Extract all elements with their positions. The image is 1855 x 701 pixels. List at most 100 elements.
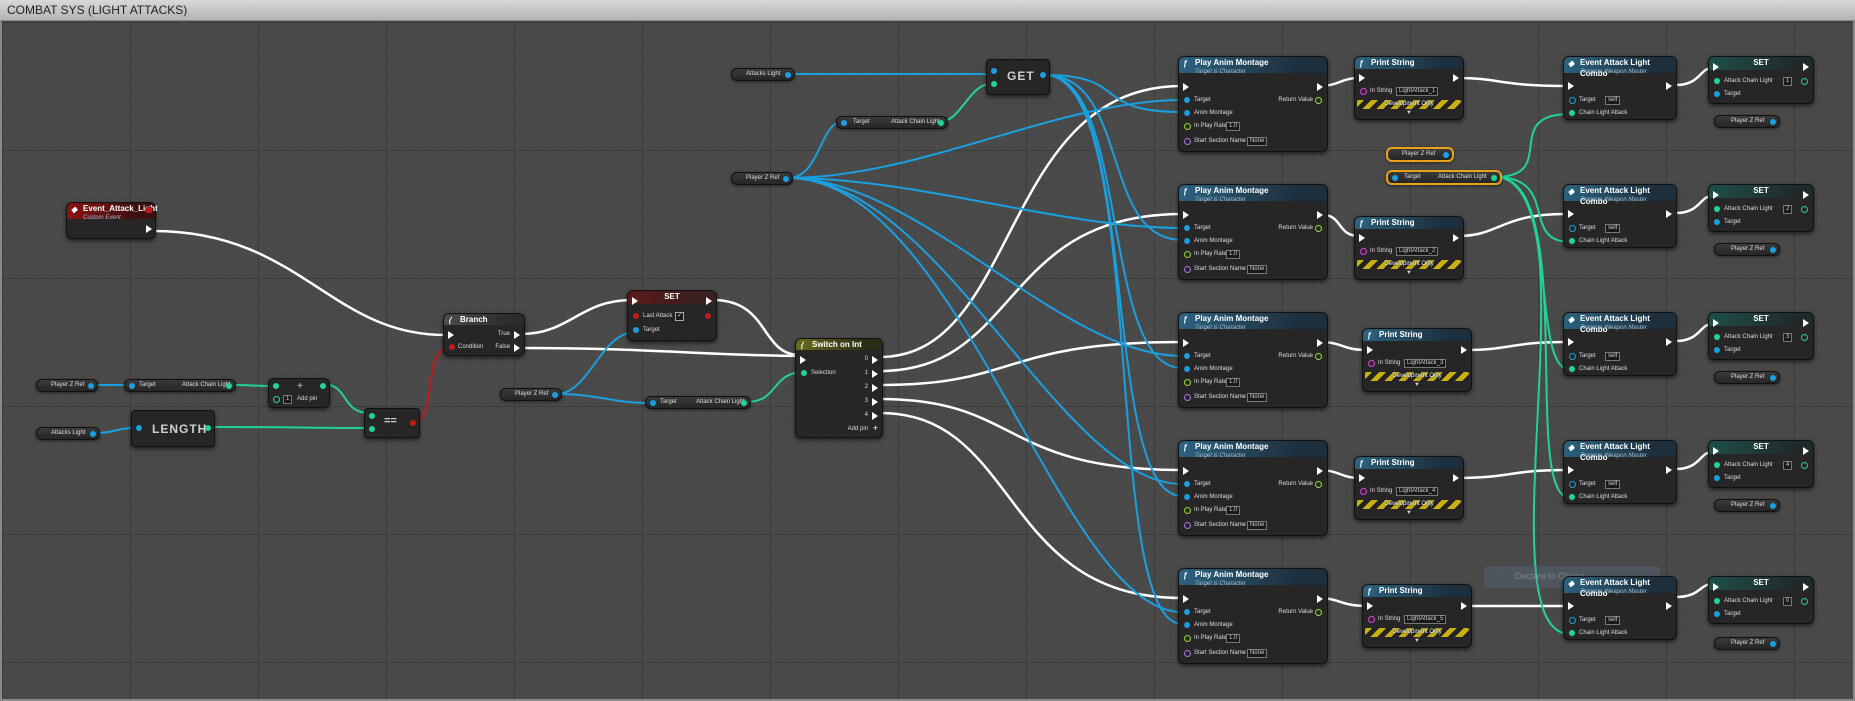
chain-value[interactable]: 3 bbox=[1783, 333, 1793, 342]
exec-out-pin[interactable] bbox=[1453, 234, 1459, 242]
chevron-down-icon[interactable]: ▼ bbox=[1414, 638, 1420, 644]
add-pin-label[interactable]: Add pin bbox=[848, 426, 868, 432]
case-3-pin[interactable] bbox=[872, 398, 878, 406]
target-pin[interactable] bbox=[1714, 219, 1720, 225]
player-z-ref-getter[interactable]: Player Z Ref bbox=[500, 388, 562, 401]
case-0-pin[interactable] bbox=[872, 356, 878, 364]
in-string-value[interactable]: LightAttack_4 bbox=[1396, 487, 1439, 496]
int-out-pin[interactable] bbox=[938, 119, 944, 126]
attacks-light-getter[interactable]: Attacks Light bbox=[731, 68, 795, 81]
chain-pin[interactable] bbox=[1569, 630, 1575, 636]
in-string-pin[interactable] bbox=[1368, 360, 1375, 367]
exec-out-pin[interactable] bbox=[1317, 339, 1323, 347]
int-out-pin[interactable] bbox=[741, 399, 747, 406]
event-attack-light-combo-node[interactable]: ◆ Event Attack Light Combo Target is Wea… bbox=[1563, 440, 1677, 504]
target-pin[interactable] bbox=[1714, 611, 1720, 617]
play-rate-value[interactable]: 1.0 bbox=[1226, 250, 1241, 259]
return-value-pin[interactable] bbox=[1315, 353, 1322, 360]
anim-montage-pin[interactable] bbox=[1184, 110, 1190, 116]
exec-out-pin[interactable] bbox=[706, 297, 712, 305]
a-in-pin[interactable] bbox=[369, 413, 375, 419]
case-4-pin[interactable] bbox=[872, 412, 878, 420]
exec-out-pin[interactable] bbox=[1803, 191, 1809, 199]
chevron-down-icon[interactable]: ▼ bbox=[1406, 110, 1412, 116]
false-exec-pin[interactable] bbox=[514, 344, 520, 352]
target-self-value[interactable]: self bbox=[1605, 616, 1621, 625]
object-out-pin[interactable] bbox=[1770, 246, 1776, 253]
exec-in-pin[interactable] bbox=[1359, 234, 1365, 242]
branch-node[interactable]: ⟨ Branch Condition True False bbox=[443, 313, 525, 356]
target-pin[interactable] bbox=[1184, 609, 1190, 615]
section-pin[interactable] bbox=[1184, 138, 1191, 145]
in-string-value[interactable]: LightAttack_5 bbox=[1404, 615, 1447, 624]
return-value-pin[interactable] bbox=[1315, 481, 1322, 488]
event-attack-light-combo-node[interactable]: ◆ Event Attack Light Combo Target is Wea… bbox=[1563, 184, 1677, 248]
exec-in-pin[interactable] bbox=[1367, 602, 1373, 610]
print-string-node[interactable]: ƒ Print String In String LightAttack_4 D… bbox=[1354, 456, 1464, 520]
chain-value[interactable]: 0 bbox=[1783, 597, 1793, 606]
chevron-down-icon[interactable]: ▼ bbox=[1406, 510, 1412, 516]
exec-in-pin[interactable] bbox=[1183, 83, 1189, 91]
player-z-ref-getter[interactable]: Player Z Ref bbox=[731, 172, 793, 185]
play-anim-montage-node[interactable]: ƒ Play Anim Montage Target is Character … bbox=[1178, 184, 1328, 280]
target-pin[interactable] bbox=[1184, 481, 1190, 487]
target-pin[interactable] bbox=[1569, 225, 1576, 232]
anim-montage-pin[interactable] bbox=[1184, 494, 1190, 500]
add-node[interactable]: 1 + Add pin bbox=[268, 378, 330, 408]
chain-value[interactable]: 4 bbox=[1783, 461, 1793, 470]
chain-pin[interactable] bbox=[1714, 334, 1720, 340]
event-attack-light-combo-node[interactable]: ◆ Event Attack Light Combo Target is Wea… bbox=[1563, 312, 1677, 376]
chain-pin[interactable] bbox=[1714, 598, 1720, 604]
print-string-node[interactable]: ƒ Print String In String LightAttack_1 D… bbox=[1354, 56, 1464, 120]
exec-out-pin[interactable] bbox=[1803, 63, 1809, 71]
add-pin-label[interactable]: Add pin bbox=[297, 396, 317, 402]
chain-pin[interactable] bbox=[1569, 110, 1575, 116]
last-attack-checkbox[interactable]: ✓ bbox=[675, 312, 684, 321]
exec-out-pin[interactable] bbox=[1666, 82, 1672, 90]
target-pin[interactable] bbox=[1569, 97, 1576, 104]
target-in-pin[interactable] bbox=[129, 382, 135, 389]
exec-in-pin[interactable] bbox=[1713, 191, 1719, 199]
play-anim-montage-node[interactable]: ƒ Play Anim Montage Target is Character … bbox=[1178, 312, 1328, 408]
object-out-pin[interactable] bbox=[783, 175, 789, 182]
array-out-pin[interactable] bbox=[785, 71, 791, 78]
last-attack-out-pin[interactable] bbox=[705, 313, 711, 319]
exec-in-pin[interactable] bbox=[632, 297, 638, 305]
exec-out-pin[interactable] bbox=[1317, 211, 1323, 219]
exec-out-pin[interactable] bbox=[1803, 583, 1809, 591]
player-z-ref-getter[interactable]: Player Z Ref bbox=[1714, 499, 1780, 512]
target-pin[interactable] bbox=[1714, 475, 1720, 481]
attack-chain-light-getter[interactable]: Target Attack Chain Light bbox=[836, 116, 948, 129]
target-self-value[interactable]: self bbox=[1605, 96, 1621, 105]
event-attack-light-combo-node[interactable]: ◆ Event Attack Light Combo Target is Wea… bbox=[1563, 576, 1677, 640]
target-pin[interactable] bbox=[1569, 353, 1576, 360]
comment-header[interactable]: COMBAT SYS (LIGHT ATTACKS) bbox=[0, 0, 1855, 21]
player-z-ref-getter-selected[interactable]: Player Z Ref bbox=[1386, 147, 1454, 162]
chain-value[interactable]: 2 bbox=[1783, 205, 1793, 214]
attacks-light-getter[interactable]: Attacks Light bbox=[36, 427, 100, 440]
exec-out-pin[interactable] bbox=[1803, 447, 1809, 455]
exec-in-pin[interactable] bbox=[1359, 474, 1365, 482]
player-z-ref-getter[interactable]: Player Z Ref bbox=[1714, 371, 1780, 384]
int-out-pin[interactable] bbox=[226, 382, 232, 389]
target-self-value[interactable]: self bbox=[1605, 224, 1621, 233]
target-in-pin[interactable] bbox=[650, 399, 656, 406]
exec-in-pin[interactable] bbox=[1568, 338, 1574, 346]
sum-out-pin[interactable] bbox=[320, 383, 326, 389]
play-rate-value[interactable]: 1.0 bbox=[1226, 506, 1241, 515]
item-out-pin[interactable] bbox=[1040, 72, 1046, 78]
b-in-pin[interactable] bbox=[369, 426, 375, 432]
target-pin[interactable] bbox=[633, 327, 639, 333]
exec-out-pin[interactable] bbox=[1317, 83, 1323, 91]
print-string-node[interactable]: ƒ Print String In String LightAttack_5 D… bbox=[1362, 584, 1472, 648]
exec-out-pin[interactable] bbox=[1666, 602, 1672, 610]
section-pin[interactable] bbox=[1184, 394, 1191, 401]
print-string-node[interactable]: ƒ Print String In String LightAttack_2 D… bbox=[1354, 216, 1464, 280]
array-in-pin[interactable] bbox=[136, 425, 142, 431]
play-rate-pin[interactable] bbox=[1184, 379, 1191, 386]
section-value[interactable]: None bbox=[1247, 393, 1268, 402]
condition-pin[interactable] bbox=[449, 344, 455, 350]
player-z-ref-getter[interactable]: Player Z Ref bbox=[1714, 243, 1780, 256]
exec-in-pin[interactable] bbox=[1359, 74, 1365, 82]
target-self-value[interactable]: self bbox=[1605, 352, 1621, 361]
